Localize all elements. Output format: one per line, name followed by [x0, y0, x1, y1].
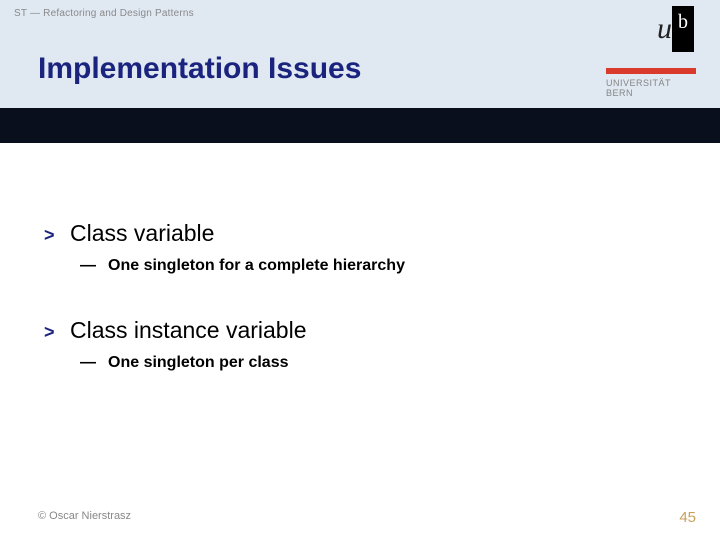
logo-u-glyph: u — [657, 12, 672, 46]
logo-b-glyph: b — [672, 6, 694, 52]
page-number: 45 — [679, 509, 696, 526]
breadcrumb: ST — Refactoring and Design Patterns — [14, 8, 194, 19]
sub-item: — One singleton for a complete hierarchy — [80, 257, 680, 275]
sub-text: One singleton for a complete hierarchy — [108, 257, 405, 275]
bullet-angle-icon: > — [44, 225, 70, 246]
dash-icon: — — [80, 257, 108, 275]
item-head: > Class instance variable — [44, 317, 680, 344]
item-title: Class variable — [70, 220, 214, 247]
slide: ST — Refactoring and Design Patterns Imp… — [0, 0, 720, 540]
list-item: > Class variable — One singleton for a c… — [44, 220, 680, 275]
ub-mark: u b — [602, 6, 700, 56]
sub-text: One singleton per class — [108, 354, 289, 372]
logo-uni-block: UNIVERSITÄT BERN — [606, 68, 696, 99]
item-title: Class instance variable — [70, 317, 307, 344]
logo-uni-line2: BERN — [606, 88, 696, 98]
list-item: > Class instance variable — One singleto… — [44, 317, 680, 372]
item-head: > Class variable — [44, 220, 680, 247]
university-logo: u b UNIVERSITÄT BERN — [602, 6, 700, 138]
content-area: > Class variable — One singleton for a c… — [44, 220, 680, 414]
logo-red-bar — [606, 68, 696, 74]
sub-item: — One singleton per class — [80, 354, 680, 372]
page-title: Implementation Issues — [38, 52, 361, 86]
logo-uni-line1: UNIVERSITÄT — [606, 78, 696, 88]
bullet-angle-icon: > — [44, 322, 70, 343]
footer-copyright: © Oscar Nierstrasz — [38, 510, 131, 522]
dash-icon: — — [80, 354, 108, 372]
